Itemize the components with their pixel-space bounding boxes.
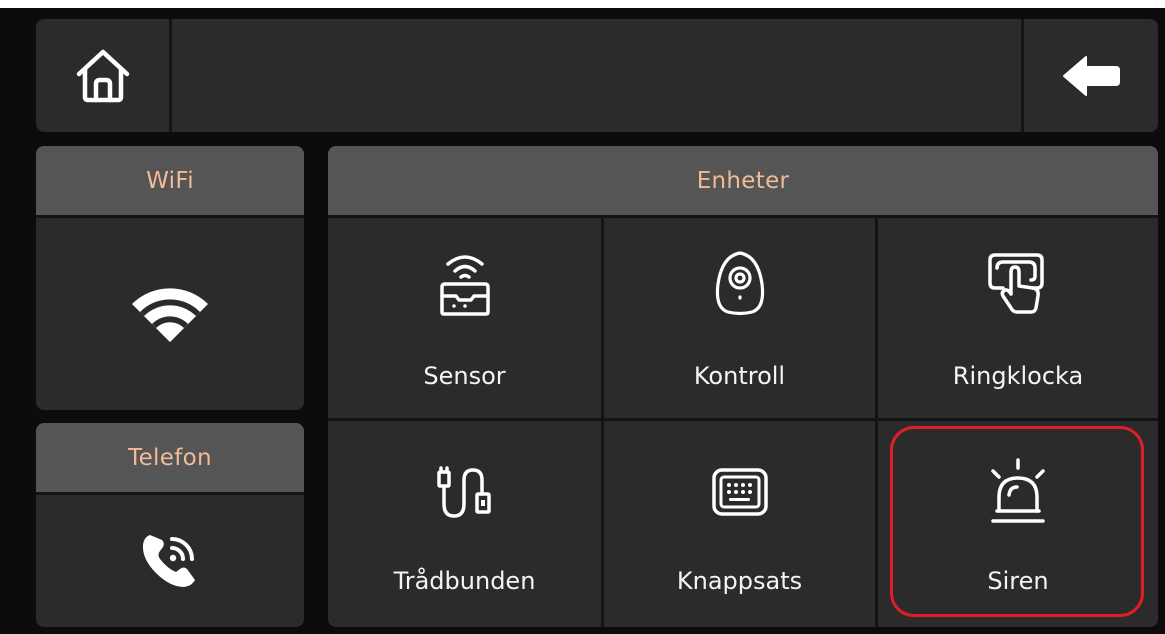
phone-ringing-icon — [138, 529, 202, 593]
wired-cable-icon — [430, 457, 500, 527]
device-sensor[interactable]: Sensor — [328, 218, 604, 421]
telefon-panel: Telefon — [36, 423, 304, 627]
doorbell-press-icon — [983, 248, 1053, 318]
wifi-header: WiFi — [36, 146, 304, 218]
device-kontroll[interactable]: Kontroll — [604, 218, 878, 421]
back-arrow-icon — [1062, 54, 1120, 98]
device-label: Knappsats — [676, 567, 803, 595]
device-siren[interactable]: Siren — [878, 421, 1158, 627]
wireless-sensor-icon — [430, 248, 500, 318]
device-label: Siren — [987, 567, 1049, 595]
top-title-area — [172, 19, 1024, 132]
wifi-button[interactable] — [36, 218, 304, 410]
device-ringklocka[interactable]: Ringklocka — [878, 218, 1158, 421]
telefon-button[interactable] — [36, 495, 304, 627]
wifi-panel: WiFi — [36, 146, 304, 410]
home-icon — [74, 47, 132, 105]
siren-icon — [983, 457, 1053, 527]
device-label: Trådbunden — [393, 567, 536, 595]
top-bar — [36, 19, 1158, 132]
keypad-icon — [705, 457, 775, 527]
device-label: Kontroll — [693, 362, 786, 390]
home-button[interactable] — [36, 19, 172, 132]
wifi-icon — [130, 284, 210, 344]
device-label: Ringklocka — [952, 362, 1084, 390]
enheter-header: Enheter — [328, 146, 1158, 218]
device-label: Sensor — [423, 362, 506, 390]
device-knappsats[interactable]: Knappsats — [604, 421, 878, 627]
back-button[interactable] — [1024, 19, 1158, 132]
enheter-panel: Enheter Sensor Kontroll Ringklocka Trådb… — [328, 146, 1158, 627]
telefon-header: Telefon — [36, 423, 304, 495]
device-grid: Sensor Kontroll Ringklocka Trådbunden Kn… — [328, 218, 1158, 627]
remote-fob-icon — [705, 248, 775, 318]
screen: WiFi Telefon Enheter Sensor Kontroll Rin… — [0, 0, 1165, 634]
device-tradbunden[interactable]: Trådbunden — [328, 421, 604, 627]
